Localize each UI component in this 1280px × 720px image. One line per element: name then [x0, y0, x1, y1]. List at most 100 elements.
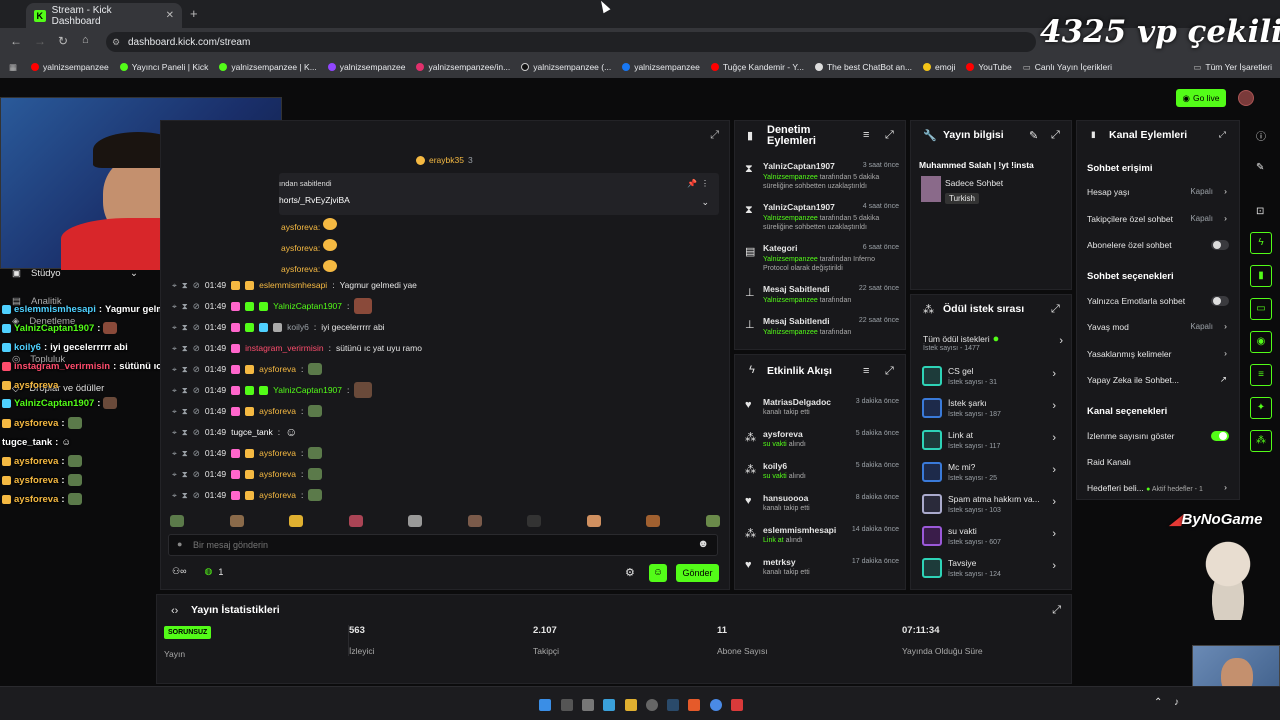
bookmark-item[interactable]: yalnizsempanzee — [327, 62, 405, 72]
followers-only-row[interactable]: Takipçilere özel sohbet Kapalı › — [1087, 213, 1231, 224]
subs-only-toggle[interactable] — [1211, 240, 1229, 250]
steam-icon[interactable] — [667, 699, 679, 711]
rail-list-icon[interactable]: ≡ — [1250, 364, 1272, 386]
emote-icon[interactable] — [646, 515, 661, 527]
send-button[interactable]: Gönder — [676, 564, 719, 582]
emoji-picker-icon[interactable]: ☻ — [697, 538, 709, 550]
emote-icon[interactable] — [467, 515, 482, 527]
sidebar-item-studio[interactable]: ▣ Stüdyo — [12, 268, 61, 279]
pin-icon[interactable]: 📌 — [687, 179, 697, 188]
emote-icon[interactable] — [348, 515, 363, 527]
chat-line[interactable]: ⌖ ⧗ ⊘ 01:49 aysforeva: — [172, 444, 323, 462]
popout-icon[interactable]: ⤢ — [885, 129, 894, 142]
chat-line[interactable]: ⌖ ⧗ ⊘ 01:49 tugce_tank: ☺ — [172, 423, 297, 441]
bookmark-item[interactable]: yalnizsempanzee | K... — [219, 62, 317, 72]
site-info-icon[interactable]: ⚙ — [112, 37, 120, 48]
bookmark-folder[interactable]: ▭ Canlı Yayın İçerikleri — [1023, 62, 1112, 73]
rail-chat-icon[interactable]: ▭ — [1250, 298, 1272, 320]
chat-line[interactable]: ⌖ ⧗ ⊘ 01:49 aysforeva: — [172, 360, 323, 378]
chat-line[interactable]: ⌖ ⧗ ⊘ 01:49 koily6: iyi gecelerrrrr abi — [172, 318, 385, 336]
bookmark-item[interactable]: Tuğçe Kandemir - Y... — [710, 62, 804, 72]
chrome-icon[interactable] — [710, 699, 722, 711]
brave-icon[interactable] — [688, 699, 700, 711]
bookmark-item[interactable]: yalnizsempanzee/in... — [416, 62, 510, 72]
bookmark-item[interactable]: yalnizsempanzee — [31, 62, 109, 72]
pinned-message[interactable]: ından sabitlendi horts/_RvEyZjviBA 📌 ⋮ ⌄ — [279, 173, 719, 215]
go-live-button[interactable]: ◉ Go live — [1176, 89, 1226, 107]
rail-broadcast-icon[interactable]: ◉ — [1250, 331, 1272, 353]
close-tab-icon[interactable]: ✕ — [166, 10, 174, 21]
reward-item[interactable]: Mc mi? İstek sayısı - 25 › — [922, 458, 1062, 488]
obs-icon[interactable] — [646, 699, 658, 711]
bot-icon[interactable]: ☺ — [649, 564, 667, 582]
bookmark-item[interactable]: The best ChatBot an... — [814, 62, 912, 72]
reward-item[interactable]: Spam atma hakkım va... İstek sayısı - 103… — [922, 490, 1062, 520]
bookmark-item[interactable]: emoji — [923, 62, 955, 72]
chat-line[interactable]: ⌖ ⧗ ⊘ 01:49 instagram_verirmisin: sütünü ıc y… — [172, 339, 422, 357]
chat-input[interactable]: ● ☻ — [168, 534, 718, 556]
filter-icon[interactable]: ≡ — [863, 365, 869, 377]
microphone-icon[interactable]: ♪ — [1174, 697, 1179, 708]
account-age-row[interactable]: Hesap yaşı Kapalı › — [1087, 186, 1231, 197]
reward-item[interactable]: Tavsiye İstek sayısı - 124 › — [922, 554, 1062, 584]
bookmark-item[interactable]: yalnizsempanzee — [622, 62, 700, 72]
settings-users-icon[interactable]: ⚇∞ — [172, 566, 186, 577]
banned-words-row[interactable]: Yasaklanmış kelimeler › — [1087, 348, 1231, 359]
chat-line[interactable]: ⌖ ⧗ ⊘ 01:49 YalnizCaptan1907: — [172, 381, 373, 399]
task-view-icon[interactable] — [582, 699, 594, 711]
gear-icon[interactable]: ⚙ — [625, 566, 635, 579]
focus-icon[interactable]: ⊡ — [1256, 206, 1264, 217]
reward-item[interactable]: su vakti İstek sayısı - 607 › — [922, 522, 1062, 552]
ai-chat-row[interactable]: Yapay Zeka ile Sohbet... ↗ — [1087, 374, 1231, 385]
new-tab-icon[interactable]: + — [190, 6, 198, 21]
all-bookmarks[interactable]: ▭ Tüm Yer İşaretleri — [1193, 62, 1272, 73]
info-icon[interactable]: ⓘ — [1256, 128, 1266, 143]
edit-icon[interactable]: ✎ — [1029, 129, 1038, 142]
emote-icon[interactable] — [408, 515, 423, 527]
rail-lightning-icon[interactable]: ϟ — [1250, 232, 1272, 254]
emote-icon[interactable] — [586, 515, 601, 527]
goals-row[interactable]: Hedefleri beli... ● Aktif hedefler - 1 › — [1087, 482, 1231, 493]
app-icon[interactable] — [731, 699, 743, 711]
slow-mode-row[interactable]: Yavaş mod Kapalı › — [1087, 321, 1231, 332]
emote-icon[interactable] — [289, 515, 304, 527]
show-viewers-toggle[interactable] — [1211, 431, 1229, 441]
reward-item[interactable]: Link at İstek sayısı - 117 › — [922, 426, 1062, 456]
reward-item[interactable]: CS gel İstek sayısı - 31 › — [922, 362, 1062, 392]
home-icon[interactable]: ⌂ — [82, 34, 89, 46]
forward-icon[interactable]: → — [34, 34, 46, 48]
chat-line[interactable]: ⌖ ⧗ ⊘ 01:49 aysforeva: — [172, 486, 323, 504]
emote-icon[interactable] — [527, 515, 542, 527]
back-icon[interactable]: ← — [10, 34, 22, 48]
url-field[interactable]: ⚙ dashboard.kick.com/stream — [106, 32, 1036, 52]
popout-icon[interactable]: ⤢ — [1051, 129, 1060, 142]
emote-icon[interactable] — [229, 515, 244, 527]
reload-icon[interactable]: ↻ — [58, 34, 68, 48]
bookmark-item[interactable]: yalnizsempanzee (... — [521, 62, 611, 72]
rail-shield-icon[interactable]: ▮ — [1250, 265, 1272, 287]
chat-line[interactable]: ⌖ ⧗ ⊘ 01:49 YalnizCaptan1907: — [172, 297, 373, 315]
popout-icon[interactable]: ⤢ — [1052, 604, 1061, 617]
emotes-only-toggle[interactable] — [1211, 296, 1229, 306]
search-icon[interactable] — [561, 699, 573, 711]
chat-message-field[interactable] — [193, 537, 673, 553]
chevron-down-icon[interactable]: ⌄ — [701, 197, 709, 208]
avatar[interactable] — [1238, 90, 1254, 106]
raid-row[interactable]: Raid Kanalı — [1087, 457, 1231, 467]
more-icon[interactable]: ⋮ — [701, 179, 709, 188]
widgets-icon[interactable] — [603, 699, 615, 711]
edit-icon[interactable]: ✎ — [1256, 162, 1264, 173]
bookmark-item[interactable]: YouTube — [966, 62, 1012, 72]
popout-icon[interactable]: ⤢ — [1219, 129, 1226, 140]
pin-icon[interactable]: ⌖ — [172, 280, 177, 291]
chat-line[interactable]: ⌖ ⧗ ⊘ 01:49 eslemmismhesapi: Yagmur gelmedi y… — [172, 276, 417, 294]
tray-chevron-icon[interactable]: ⌃ — [1154, 697, 1162, 708]
start-icon[interactable] — [539, 699, 551, 711]
emote-icon[interactable] — [170, 515, 184, 527]
reward-item[interactable]: İstek şarkı İstek sayısı - 187 › — [922, 394, 1062, 424]
all-rewards-row[interactable]: Tüm ödül istekleri ● İstek sayısı - 1477 › — [923, 333, 1063, 357]
filter-icon[interactable]: ≡ — [863, 129, 869, 141]
popout-icon[interactable]: ⤢ — [1051, 303, 1060, 316]
popout-icon[interactable]: ⤢ — [885, 365, 894, 378]
apps-grid-icon[interactable]: ▦ — [9, 62, 17, 73]
